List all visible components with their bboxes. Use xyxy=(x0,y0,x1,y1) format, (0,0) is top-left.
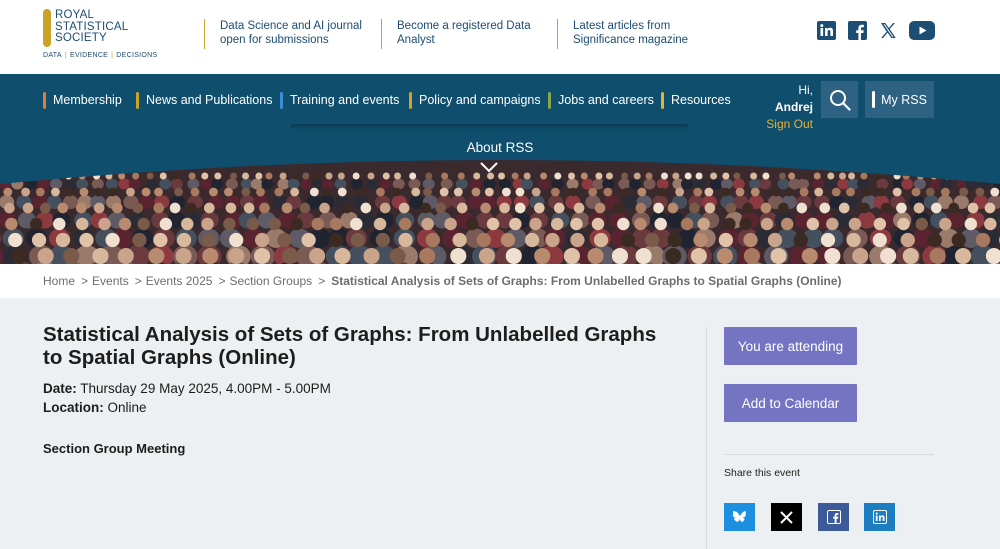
logo-wordmark: ROYAL STATISTICAL SOCIETY xyxy=(55,9,128,45)
promo-line: Significance magazine xyxy=(573,34,689,46)
breadcrumb-separator: > xyxy=(134,274,142,288)
nav-color-bar xyxy=(409,91,412,109)
nav-item-resources[interactable]: Resources xyxy=(661,91,731,109)
nav-item-membership[interactable]: Membership xyxy=(43,91,122,109)
my-rss-bar xyxy=(872,91,876,108)
linkedin-icon[interactable] xyxy=(817,21,836,40)
hero-banner xyxy=(0,154,1000,264)
promo-line: open for submissions xyxy=(220,34,329,46)
breadcrumb-current: Statistical Analysis of Sets of Graphs: … xyxy=(331,274,842,288)
nav-color-bar xyxy=(136,91,139,109)
nav-item-label: Jobs and careers xyxy=(558,93,654,107)
user-name: Andrej xyxy=(774,100,813,114)
promo-link-significance[interactable]: Latest articles from Significance magazi… xyxy=(557,19,688,49)
breadcrumb-separator: > xyxy=(218,274,226,288)
event-location: Location: Online xyxy=(43,398,331,417)
logo-line-3: SOCIETY xyxy=(55,32,107,44)
promo-line: Data Science and AI journal xyxy=(220,20,362,32)
nav-color-bar xyxy=(661,91,664,109)
page-title: Statistical Analysis of Sets of Graphs: … xyxy=(43,323,657,369)
breadcrumb-section-groups[interactable]: Section Groups xyxy=(229,274,312,288)
share-linkedin-button[interactable] xyxy=(864,503,895,531)
linkedin-icon xyxy=(872,510,887,524)
user-greeting: Hi, Andrej Sign Out xyxy=(760,82,813,133)
tagline-word: DECISIONS xyxy=(116,52,158,59)
youtube-icon[interactable] xyxy=(909,21,935,40)
nav-item-policy-and-campaigns[interactable]: Policy and campaigns xyxy=(409,91,541,109)
breadcrumb-separator: > xyxy=(81,274,89,288)
logo-line-1: ROYAL xyxy=(55,9,95,21)
nav-item-label: Membership xyxy=(53,93,122,107)
breadcrumb-events-2025[interactable]: Events 2025 xyxy=(146,274,213,288)
my-rss-button[interactable]: My RSS xyxy=(865,81,934,118)
x-icon[interactable] xyxy=(880,21,897,40)
promo-line: Analyst xyxy=(397,34,435,46)
share-x-button[interactable] xyxy=(771,503,802,531)
search-icon xyxy=(829,89,851,111)
breadcrumb: Home > Events > Events 2025 > Section Gr… xyxy=(0,264,1000,298)
bluesky-icon xyxy=(732,510,746,522)
about-rss-toggle[interactable]: About RSS xyxy=(0,140,1000,155)
facebook-icon[interactable] xyxy=(848,21,867,40)
sign-out-link[interactable]: Sign Out xyxy=(760,116,813,133)
event-type: Section Group Meeting xyxy=(43,441,186,456)
hero-arc xyxy=(0,154,1000,184)
promo-link-journal[interactable]: Data Science and AI journal open for sub… xyxy=(204,19,362,49)
tagline-word: DATA xyxy=(43,52,62,59)
tagline-word: EVIDENCE xyxy=(69,52,109,59)
share-label: Share this event xyxy=(724,467,800,479)
logo-tagline: DATA | EVIDENCE | DECISIONS xyxy=(43,52,158,59)
attending-button[interactable]: You are attending xyxy=(724,327,857,365)
my-rss-label: My RSS xyxy=(881,92,927,107)
nav-item-label: Resources xyxy=(671,93,731,107)
date-value: Thursday 29 May 2025, 4.00PM - 5.00PM xyxy=(80,381,331,396)
add-to-calendar-button[interactable]: Add to Calendar xyxy=(724,384,857,422)
share-facebook-button[interactable] xyxy=(818,503,849,531)
sidebar-divider xyxy=(724,454,934,455)
location-label: Location: xyxy=(43,400,104,415)
nav-color-bar xyxy=(280,91,283,109)
nav-item-news-and-publications[interactable]: News and Publications xyxy=(136,91,272,109)
event-date: Date: Thursday 29 May 2025, 4.00PM - 5.0… xyxy=(43,379,331,398)
location-value: Online xyxy=(107,400,147,415)
breadcrumb-events[interactable]: Events xyxy=(92,274,129,288)
nav-item-training-and-events[interactable]: Training and events xyxy=(280,91,399,109)
promo-line: Latest articles from xyxy=(573,20,671,32)
promo-link-data-analyst[interactable]: Become a registered Data Analyst xyxy=(381,19,531,49)
nav-color-bar xyxy=(43,91,46,109)
rss-logo[interactable]: ROYAL STATISTICAL SOCIETY DATA | EVIDENCE |… xyxy=(43,9,157,61)
nav-color-bar xyxy=(548,91,551,109)
logo-mark xyxy=(43,9,51,47)
breadcrumb-separator: > xyxy=(318,274,326,288)
event-meta: Date: Thursday 29 May 2025, 4.00PM - 5.0… xyxy=(43,379,331,417)
top-header: ROYAL STATISTICAL SOCIETY DATA | EVIDENCE |… xyxy=(0,0,1000,74)
share-bluesky-button[interactable] xyxy=(724,503,755,531)
date-label: Date: xyxy=(43,381,77,396)
x-icon xyxy=(780,510,793,524)
nav-item-label: Training and events xyxy=(290,93,400,107)
greeting-text: Hi, xyxy=(798,83,813,97)
chevron-down-icon[interactable] xyxy=(479,161,499,174)
promo-line: Become a registered Data xyxy=(397,20,531,32)
search-button[interactable] xyxy=(821,81,858,118)
nav-shadow xyxy=(290,124,688,130)
content-divider xyxy=(706,327,707,549)
facebook-icon xyxy=(826,510,841,524)
nav-item-jobs-and-careers[interactable]: Jobs and careers xyxy=(548,91,654,109)
nav-item-label: News and Publications xyxy=(146,93,273,107)
greeting-line: Hi, Andrej xyxy=(760,82,813,116)
nav-item-label: Policy and campaigns xyxy=(419,93,541,107)
breadcrumb-home[interactable]: Home xyxy=(43,274,75,288)
